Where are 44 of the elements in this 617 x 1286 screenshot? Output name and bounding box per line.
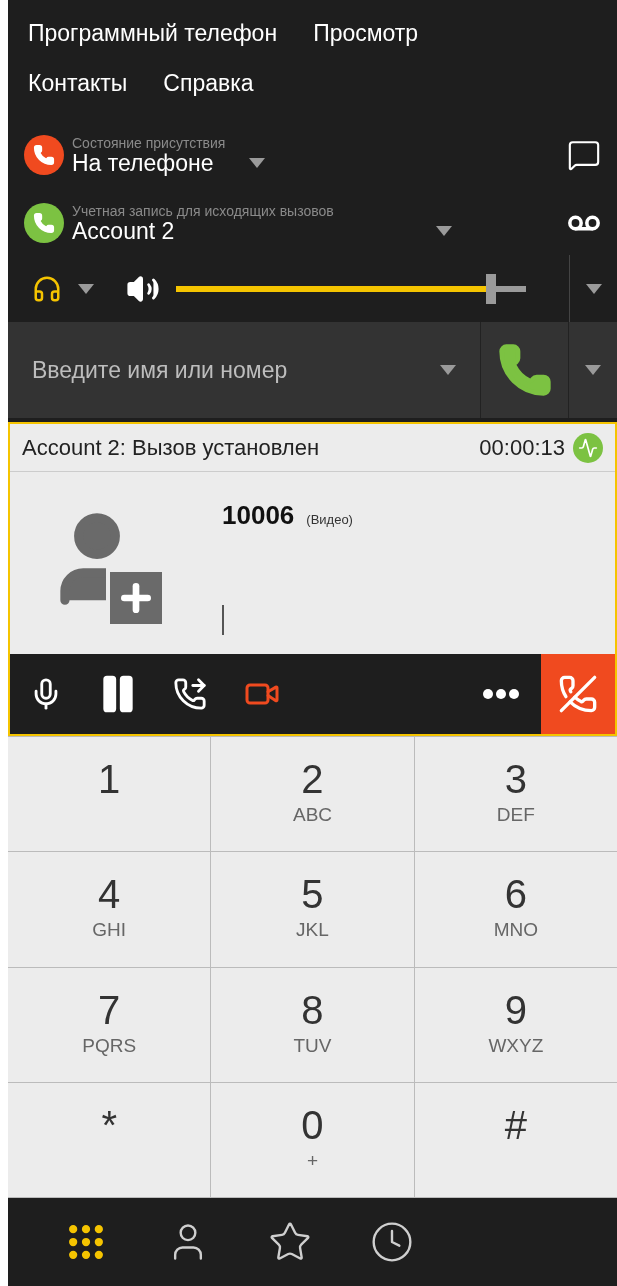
dialpad-key[interactable]: * [8, 1082, 211, 1197]
call-media-label: (Видео) [306, 511, 353, 529]
presence-status-icon [24, 135, 64, 175]
dialpad-key[interactable]: 1 [8, 737, 211, 852]
call-timer: 00:00:13 [479, 434, 565, 462]
activity-icon [573, 432, 603, 463]
menu-item[interactable]: Программный телефон [28, 8, 278, 58]
dialpad-key[interactable]: 2 ABC [211, 737, 414, 852]
caret-icon [585, 365, 601, 375]
dialpad-key[interactable]: 4 GHI [8, 852, 211, 967]
presence-value[interactable]: На телефоне [72, 151, 226, 175]
account-value[interactable]: Account 2 [72, 218, 412, 243]
account-label: Учетная запись для исходящих вызовов [72, 202, 335, 219]
menu-item[interactable]: Контакты [28, 58, 128, 108]
phone-icon [496, 342, 553, 398]
caller-number: 10006 [222, 499, 295, 532]
dialpad-key[interactable]: 6 MNO [414, 852, 617, 967]
volume-thumb[interactable] [486, 273, 496, 304]
caret-icon [585, 283, 602, 294]
dialpad-key[interactable]: # [414, 1082, 617, 1197]
hang-up-icon [558, 674, 598, 714]
dialpad-key[interactable]: 3 DEF [414, 737, 617, 852]
dialpad-key[interactable]: 8 TUV [211, 967, 414, 1082]
hang-up-button[interactable] [541, 654, 615, 734]
volume-slider[interactable] [176, 273, 526, 304]
presence-label: Состояние присутствия [72, 135, 226, 151]
dialpad-key[interactable]: 0 + [211, 1082, 414, 1197]
caret-icon [440, 365, 456, 375]
more-icon [483, 689, 519, 699]
chat-icon[interactable] [567, 138, 601, 172]
caret-icon [249, 158, 266, 168]
account-icon [24, 202, 64, 243]
nav-tab[interactable] [370, 1220, 414, 1264]
clock-icon [370, 1220, 414, 1264]
phone-forward-icon [173, 677, 207, 711]
caret-icon [436, 225, 452, 236]
menu-item[interactable]: Справка [163, 58, 254, 108]
dialpad-key[interactable]: 5 JKL [211, 852, 414, 967]
call-status: Account 2: Вызов установлен [22, 434, 320, 462]
text-cursor [222, 605, 224, 635]
dialpad-key[interactable]: 9 WXYZ [414, 967, 617, 1082]
dialpad-key[interactable]: 7 PQRS [8, 967, 211, 1082]
menu-item[interactable]: Просмотр [313, 8, 419, 58]
caret-icon [78, 283, 94, 294]
